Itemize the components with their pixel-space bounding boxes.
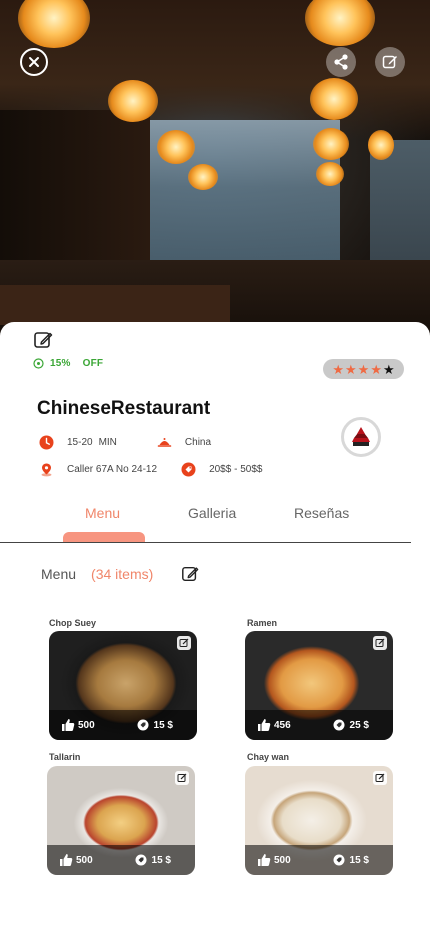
price-value: 25 $ (349, 719, 369, 731)
delivery-time-unit: MIN (98, 437, 117, 448)
menu-title: Menu (41, 566, 77, 582)
discount-icon (33, 358, 44, 369)
likes: 456 (257, 718, 291, 732)
rating-stars: ★ ★ ★ ★ ★ (323, 359, 404, 379)
info-row-time-cuisine: 15-20 MIN China (39, 435, 211, 450)
star-icon: ★ (357, 361, 370, 377)
price-value: 15 $ (153, 719, 173, 731)
menu-item-name: Chop Suey (49, 618, 97, 628)
thumbs-up-icon (60, 854, 73, 866)
tab-resenas[interactable]: Reseñas (294, 505, 349, 521)
discount-badge: 15% OFF (33, 358, 103, 369)
clock-icon (39, 435, 54, 450)
price-tag-icon (333, 719, 345, 731)
edit-icon[interactable] (175, 771, 189, 785)
share-icon (334, 54, 348, 70)
thumbs-up-icon (258, 719, 271, 731)
star-icon: ★ (345, 361, 357, 377)
info-row-address-price: Caller 67A No 24-12 20$$ - 50$$ (39, 462, 262, 477)
delivery-time: 15-20 (67, 437, 93, 448)
tab-menu[interactable]: Menu (85, 505, 120, 521)
edit-icon[interactable] (33, 330, 53, 350)
likes-count: 500 (76, 854, 93, 866)
edit-icon[interactable] (373, 636, 387, 650)
star-icon: ★ (332, 361, 345, 377)
edit-icon[interactable] (373, 771, 387, 785)
likes: 500 (59, 853, 93, 867)
thumbs-up-icon (258, 854, 271, 866)
edit-button[interactable] (375, 47, 405, 77)
menu-item-name: Chay wan (247, 752, 290, 762)
address: Caller 67A No 24-12 (67, 464, 158, 475)
tab-divider (0, 542, 411, 543)
discount-label: OFF (82, 358, 104, 369)
share-button[interactable] (326, 47, 356, 77)
price: 15 $ (333, 854, 369, 866)
restaurant-name: ChineseRestaurant (37, 398, 211, 419)
price-range: 20$$ - 50$$ (209, 464, 263, 475)
price: 15 $ (135, 854, 171, 866)
likes: 500 (257, 853, 291, 867)
discount-value: 15% (50, 358, 71, 369)
restaurant-detail-sheet: 15% OFF ★ ★ ★ ★ ★ ChineseRestaurant 15-2… (0, 322, 430, 932)
close-icon (29, 57, 39, 67)
price: 15 $ (137, 719, 173, 731)
star-icon: ★ (370, 361, 382, 377)
star-icon: ★ (382, 361, 395, 377)
price: 25 $ (333, 719, 369, 731)
menu-item-name: Tallarin (49, 752, 81, 762)
likes-count: 456 (274, 719, 291, 731)
menu-item-card[interactable]: 500 15 $ (47, 766, 195, 875)
menu-item-card[interactable]: 500 15 $ (49, 631, 197, 740)
edit-icon[interactable] (181, 565, 199, 583)
menu-item-count: (34 items) (91, 566, 154, 582)
location-pin-icon (41, 463, 52, 477)
close-button[interactable] (20, 48, 48, 76)
edit-icon[interactable] (177, 636, 191, 650)
menu-item-name: Ramen (247, 618, 278, 628)
price-tag-icon (137, 719, 149, 731)
price-value: 15 $ (349, 854, 369, 866)
restaurant-logo (341, 417, 381, 457)
menu-item-card[interactable]: 456 25 $ (245, 631, 393, 740)
likes-count: 500 (78, 719, 95, 731)
edit-icon (382, 55, 397, 69)
hero-image (0, 0, 430, 345)
tab-galleria[interactable]: Galleria (188, 505, 236, 521)
price-tag-icon (135, 854, 147, 866)
menu-item-card[interactable]: 500 15 $ (245, 766, 393, 875)
thumbs-up-icon (62, 719, 75, 731)
price-tag-icon (333, 854, 345, 866)
likes-count: 500 (274, 854, 291, 866)
price-value: 15 $ (151, 854, 171, 866)
price-tag-icon (181, 462, 196, 477)
likes: 500 (61, 718, 95, 732)
cloche-icon (157, 438, 172, 447)
menu-header: Menu (34 items) (41, 565, 199, 583)
cuisine-type: China (184, 437, 212, 448)
